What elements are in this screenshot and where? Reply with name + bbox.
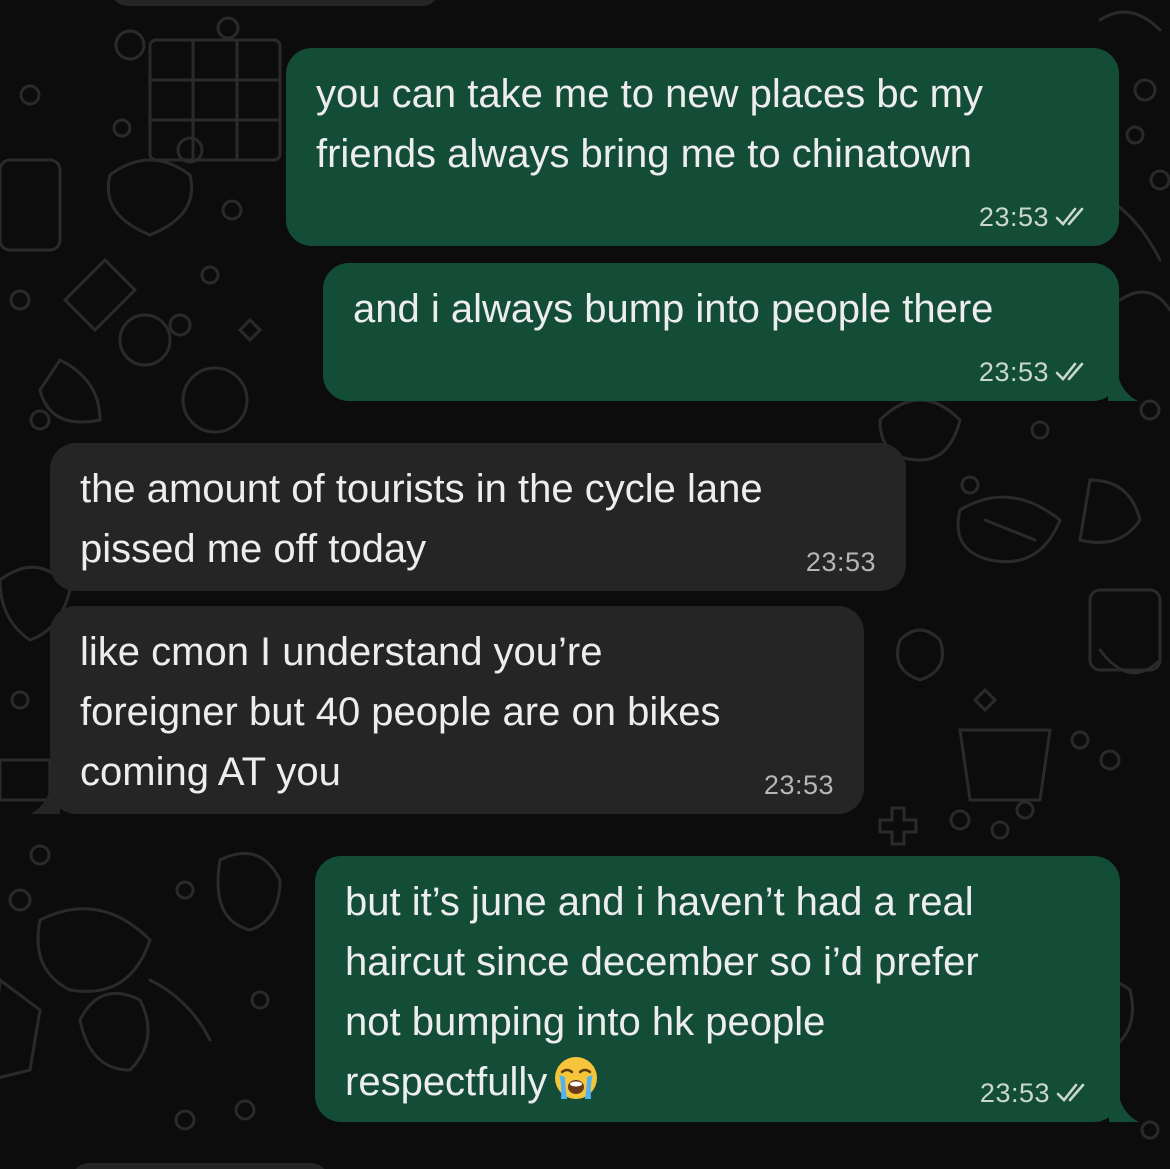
message-time: 23:53 [763, 770, 834, 800]
bubble-tail [1109, 1096, 1139, 1122]
message-text: you can take me to new places bc my frie… [316, 72, 983, 176]
message-text: and i always bump into people there [353, 287, 994, 331]
next-message-bubble-edge [70, 1163, 330, 1169]
bubble-tail [30, 788, 60, 814]
read-receipt-icon [1056, 1083, 1085, 1102]
read-receipt-icon [1055, 362, 1084, 381]
chat-view[interactable]: you can take me to new places bc my frie… [0, 0, 1170, 1169]
message-text: like cmon I understand you’re foreigner … [80, 630, 721, 794]
message-meta: 23:53 [980, 1076, 1092, 1110]
previous-message-bubble-edge [110, 0, 440, 6]
message-bubble-incoming[interactable]: like cmon I understand you’re foreigner … [50, 606, 864, 814]
message-meta: 23:53 [979, 355, 1091, 389]
message-bubble-incoming[interactable]: the amount of tourists in the cycle lane… [50, 443, 906, 591]
message-meta: 23:53 [806, 545, 876, 579]
message-body: but it’s june and i haven’t had a real h… [345, 880, 979, 1104]
message-bubble-outgoing[interactable]: and i always bump into people there 23:5… [323, 263, 1119, 401]
message-text: the amount of tourists in the cycle lane… [80, 467, 763, 571]
message-time: 23:53 [978, 357, 1049, 387]
message-time: 23:53 [805, 547, 876, 577]
bubble-tail [1108, 375, 1138, 401]
message-meta: 23:53 [764, 768, 834, 802]
message-time: 23:53 [978, 202, 1049, 232]
read-receipt-icon [1055, 207, 1084, 226]
message-meta: 23:53 [979, 200, 1091, 234]
message-bubble-outgoing[interactable]: you can take me to new places bc my frie… [286, 48, 1119, 246]
message-bubble-outgoing[interactable]: but it’s june and i haven’t had a real h… [315, 856, 1120, 1122]
loudly-crying-face-icon [555, 1057, 598, 1099]
message-time: 23:53 [979, 1078, 1050, 1108]
